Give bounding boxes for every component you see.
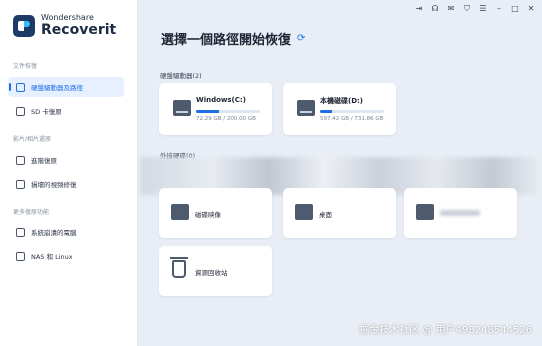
video-repair-icon bbox=[16, 179, 25, 189]
recycle-bin-icon bbox=[170, 257, 188, 278]
recoverit-logo-icon bbox=[13, 14, 35, 37]
action-label: 桌面 bbox=[319, 211, 332, 219]
watermark: 掘金技术社区 @ 用户498248544526 bbox=[359, 325, 532, 336]
headset-icon[interactable]: ☊ bbox=[430, 4, 440, 14]
sidebar-item-video-repair[interactable]: 損壞的視頻修復 bbox=[8, 174, 124, 194]
drive-usage-bar bbox=[320, 110, 384, 113]
drive-size: 597.42 GB / 731.86 GB bbox=[320, 116, 384, 122]
product-name: Recoverit bbox=[41, 22, 117, 38]
section-title-more-recovery: 更多復原功能 bbox=[13, 209, 50, 216]
drive-name: 本機磁碟(D:) bbox=[320, 97, 364, 105]
maximize-icon[interactable]: □ bbox=[510, 4, 520, 14]
hard-drives-label: 硬盤驅動器(2) bbox=[160, 72, 202, 80]
sidebar-item-harddisk-paths[interactable]: 硬盤驅動器及路徑 bbox=[8, 77, 124, 97]
windows-drive-icon bbox=[173, 100, 191, 116]
advanced-recovery-icon bbox=[16, 155, 25, 165]
sidebar-item-label: 進階復原 bbox=[31, 157, 57, 165]
section-title-file-recovery: 文件恢復 bbox=[13, 63, 38, 70]
sidebar-item-crashed-computer[interactable]: 系統崩潰的電腦 bbox=[8, 222, 124, 242]
sidebar-item-label: NAS 和 Linux bbox=[31, 253, 73, 261]
harddisk-icon bbox=[297, 100, 315, 116]
minimize-icon[interactable]: – bbox=[494, 4, 504, 14]
drive-name: Windows(C:) bbox=[196, 96, 246, 104]
close-icon[interactable]: ✕ bbox=[526, 4, 536, 14]
drive-usage-bar bbox=[196, 110, 260, 113]
drive-usage-fill bbox=[196, 110, 220, 113]
sdcard-icon bbox=[16, 106, 25, 116]
desktop-card[interactable]: 桌面 bbox=[283, 188, 396, 238]
sidebar-item-label: 硬盤驅動器及路徑 bbox=[31, 84, 83, 92]
section-title-media-recovery: 影片/相片還原 bbox=[13, 136, 52, 143]
desktop-icon bbox=[295, 204, 313, 220]
recycle-bin-card[interactable]: 資源回收站 bbox=[159, 246, 272, 296]
page-title: 選擇一個路徑開始恢復 ⟳ bbox=[161, 29, 305, 48]
drive-usage-fill bbox=[320, 110, 332, 113]
sidebar-item-nas-linux[interactable]: NAS 和 Linux bbox=[8, 246, 124, 266]
sidebar-item-label: 系統崩潰的電腦 bbox=[31, 229, 77, 237]
sidebar-item-label: SD 卡復原 bbox=[31, 108, 62, 116]
nas-icon bbox=[16, 251, 25, 261]
select-folder-card[interactable] bbox=[404, 188, 517, 238]
mail-icon[interactable]: ✉ bbox=[446, 4, 456, 14]
blurred-label bbox=[440, 210, 480, 216]
sign-in-icon[interactable]: ⇥ bbox=[414, 4, 424, 14]
sidebar-item-advanced-recovery[interactable]: 進階復原 bbox=[8, 150, 124, 170]
sidebar-item-sd-card[interactable]: SD 卡復原 bbox=[8, 101, 124, 121]
drive-card-c[interactable]: Windows(C:) 72.29 GB / 200.00 GB bbox=[159, 83, 272, 135]
drive-card-d[interactable]: 本機磁碟(D:) 597.42 GB / 731.86 GB bbox=[283, 83, 396, 135]
window-controls: ⇥ ☊ ✉ ⛉ ☰ – □ ✕ bbox=[414, 4, 536, 14]
computer-icon bbox=[16, 227, 25, 237]
active-indicator bbox=[9, 83, 11, 91]
drive-size: 72.29 GB / 200.00 GB bbox=[196, 116, 256, 122]
menu-icon[interactable]: ☰ bbox=[478, 4, 488, 14]
action-label: 磁碟映像 bbox=[195, 211, 221, 219]
sidebar: Wondershare Recoverit 文件恢復 硬盤驅動器及路徑 SD 卡… bbox=[0, 0, 138, 346]
app-logo: Wondershare Recoverit bbox=[13, 14, 116, 37]
disk-image-card[interactable]: 磁碟映像 bbox=[159, 188, 272, 238]
refresh-icon[interactable]: ⟳ bbox=[297, 33, 305, 44]
folder-icon bbox=[416, 204, 434, 220]
disk-image-icon bbox=[171, 204, 189, 220]
page-title-text: 選擇一個路徑開始恢復 bbox=[161, 33, 292, 48]
action-label: 資源回收站 bbox=[195, 269, 228, 277]
sidebar-item-label: 損壞的視頻修復 bbox=[31, 181, 77, 189]
brand-name: Wondershare bbox=[41, 13, 94, 22]
shield-icon[interactable]: ⛉ bbox=[462, 4, 472, 14]
harddisk-icon bbox=[16, 82, 25, 92]
